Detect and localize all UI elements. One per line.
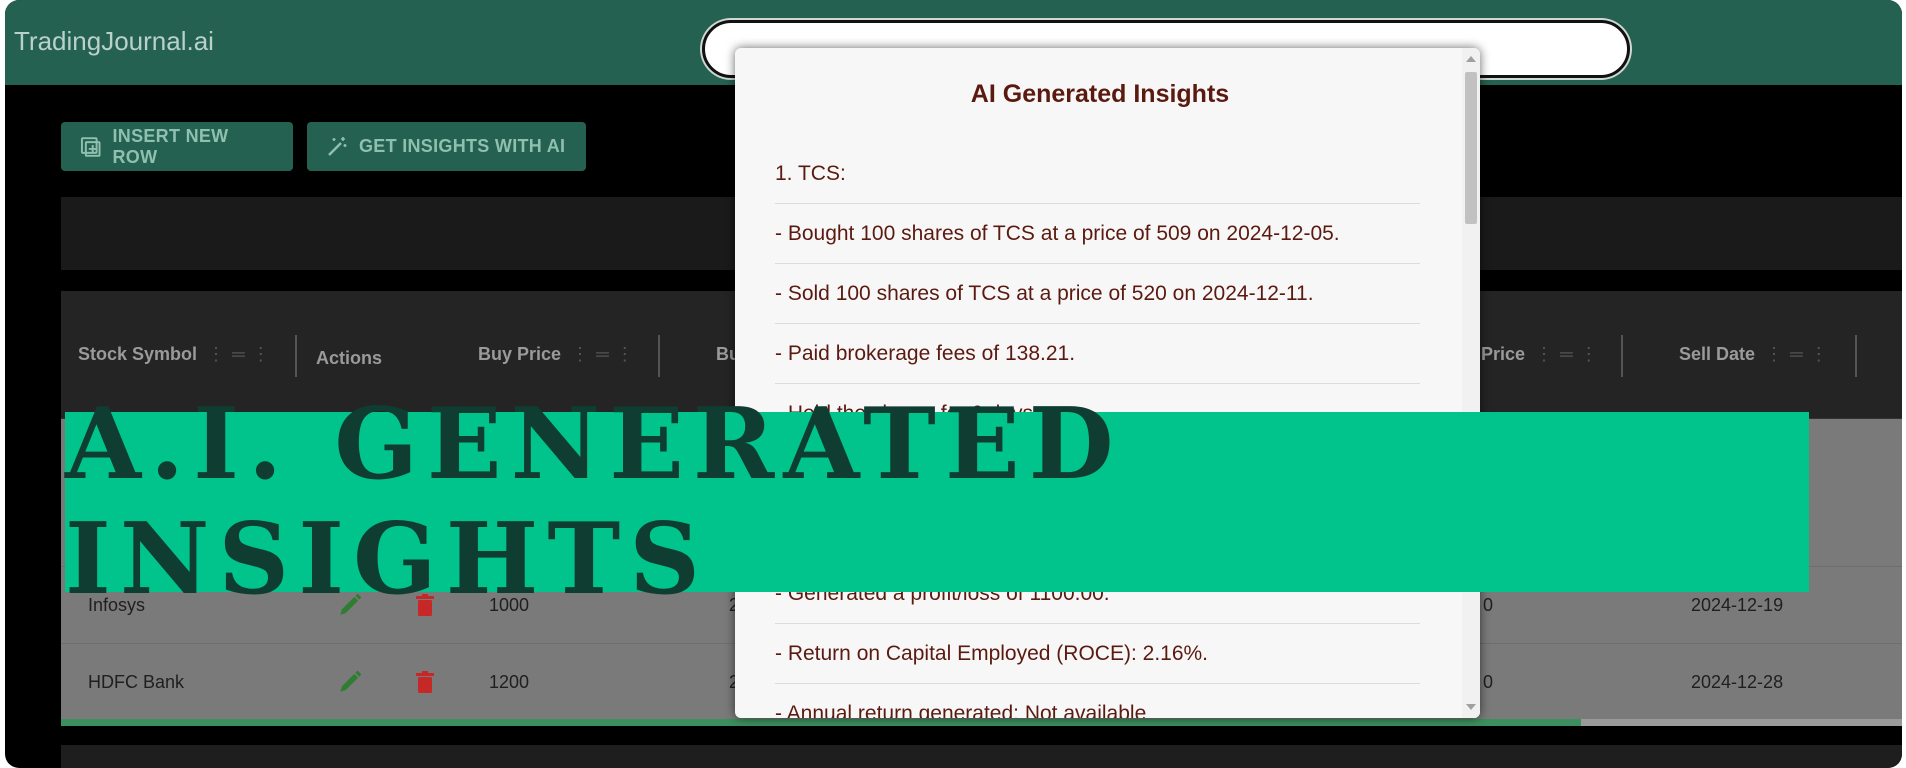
column-header-label: Price [1481,344,1526,364]
cell-stock-symbol: HDFC Bank [88,671,185,692]
column-menu-icon[interactable]: ⋮ ═ ⋮ [1535,344,1599,365]
scroll-down-arrow-icon[interactable] [1466,704,1476,710]
column-menu-icon[interactable]: ⋮ ═ ⋮ [207,344,271,365]
column-menu-icon[interactable]: ⋮ ═ ⋮ [571,344,635,365]
pencil-icon[interactable] [337,644,363,720]
insert-row-label: INSERT NEW ROW [112,125,229,167]
column-separator[interactable] [1621,335,1623,377]
app-title: TradingJournal.ai [14,26,214,56]
modal-scrollbar[interactable] [1462,48,1480,718]
get-insights-label: GET INSIGHTS WITH AI [359,136,566,156]
column-header-label: Actions [316,348,383,368]
scroll-up-arrow-icon[interactable] [1466,56,1476,62]
banner-text: A.I. GENERATED INSIGHTS [65,387,1123,617]
horizontal-scroll-thumb[interactable] [61,719,1581,726]
add-box-icon [80,136,101,157]
column-separator[interactable] [1855,335,1857,377]
magic-wand-icon [328,136,347,156]
column-separator[interactable] [658,335,660,377]
column-header-label: Stock Symbol [78,344,198,364]
modal-title: AI Generated Insights [970,80,1230,108]
insight-item: - Sold 100 shares of TCS at a price of 5… [775,264,1420,324]
modal-scroll-thumb[interactable] [1465,72,1477,224]
insight-item: - Bought 100 shares of TCS at a price of… [775,204,1420,264]
insight-item: - Paid brokerage fees of 138.21. [775,324,1420,384]
insights-modal: AI Generated Insights 1. TCS: - Bought 1… [735,48,1480,718]
column-header-label: Sell Date [1679,344,1756,364]
cell-sell-price-partial: 0 [1483,671,1494,692]
column-separator[interactable] [295,335,297,377]
grid-footer [61,745,1902,768]
column-header-label: Buy Price [478,344,562,364]
insight-item: - Return on Capital Employed (ROCE): 2.1… [775,624,1420,684]
insert-row-button[interactable]: INSERT NEW ROW [61,122,293,171]
title-banner: A.I. GENERATED INSIGHTS [65,387,1809,617]
insight-item: 1. TCS: [775,144,1420,204]
get-insights-button[interactable]: GET INSIGHTS WITH AI [307,122,586,171]
cell-sell-date: 2024-12-28 [1691,671,1784,692]
column-menu-icon[interactable]: ⋮ ═ ⋮ [1765,344,1829,365]
trash-icon[interactable] [413,644,437,720]
app-window: TradingJournal.ai INSERT NEW ROW GET INS… [5,0,1902,768]
cell-buy-price: 1200 [489,671,530,692]
insight-item: - Annual return generated: Not available [775,684,1420,718]
